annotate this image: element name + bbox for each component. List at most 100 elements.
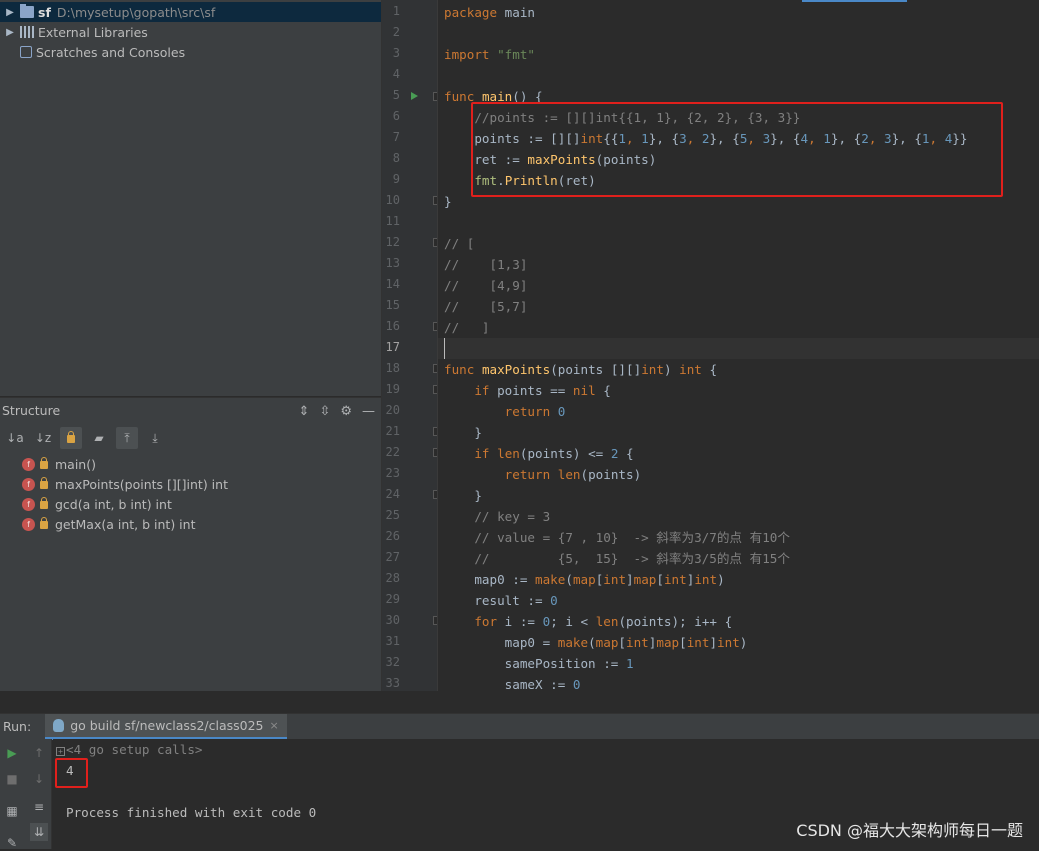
line-number: 27 [385, 550, 400, 564]
line-number: 28 [385, 571, 400, 585]
tree-item-label: Scratches and Consoles [36, 44, 186, 60]
minimize-icon[interactable]: — [362, 404, 375, 419]
code-line-21: } [444, 425, 482, 440]
setup-calls-line[interactable]: + <4 go setup calls> [56, 742, 202, 757]
lock-icon [40, 477, 48, 489]
line-number: 20 [385, 403, 400, 417]
line-number: 6 [392, 109, 400, 123]
line-number: 15 [385, 298, 400, 312]
run-tab[interactable]: go build sf/newclass2/class025 × [45, 713, 287, 740]
gear-icon[interactable]: ⚙ [340, 404, 352, 419]
code-line-13: // [1,3] [444, 257, 528, 272]
run-side-toolbar-2: ↑ ↓ ≡ ⇊ [26, 739, 52, 849]
tree-item-scratches[interactable]: Scratches and Consoles [0, 42, 381, 62]
line-number: 21 [385, 424, 400, 438]
code-line-31: map0 = make(map[int]map[int]int) [444, 635, 748, 650]
tree-root-label: sf [38, 4, 51, 20]
editor-gutter: 1 2 3 4 5 6 7 8 9 10 11 12 13 14 15 16 17 18 19 20 21 22 23 24 2… [382, 0, 442, 691]
autoscroll-to-source-icon[interactable]: ⤒ [116, 427, 138, 449]
line-number: 2 [392, 25, 400, 39]
structure-item-label: gcd(a int, b int) int [55, 496, 172, 512]
arrow-up-icon[interactable]: ↑ [31, 745, 47, 761]
function-badge-icon: f [22, 457, 35, 471]
code-line-30: for i := 0; i < len(points); i++ { [474, 614, 733, 629]
run-tab-label: go build sf/newclass2/class025 [70, 717, 264, 733]
line-number: 18 [385, 361, 400, 375]
code-line-25: // key = 3 [444, 509, 551, 524]
structure-item-main[interactable]: f main() [22, 454, 96, 474]
arrow-down-icon[interactable]: ↓ [31, 771, 47, 787]
project-panel: ▶ sf D:\mysetup\gopath\src\sf ▶ External… [0, 0, 381, 396]
line-number: 1 [392, 4, 400, 18]
soft-wrap-icon[interactable]: ≡ [31, 799, 47, 815]
code-line-1: package main [444, 5, 536, 20]
code-line-20: return 0 [504, 404, 566, 419]
expand-icon[interactable]: + [56, 747, 65, 756]
structure-item-gcd[interactable]: f gcd(a int, b int) int [22, 494, 172, 514]
line-number: 5 [392, 88, 400, 102]
line-number: 12 [385, 235, 400, 249]
stop-icon[interactable]: ■ [4, 771, 20, 787]
code-line-3: import "fmt" [444, 47, 536, 62]
structure-title: Structure [2, 403, 61, 418]
layout-icon[interactable]: ▦ [4, 803, 20, 819]
editor-tab-indicator [802, 0, 907, 2]
tree-item-root[interactable]: ▶ sf D:\mysetup\gopath\src\sf [0, 2, 381, 22]
code-line-19: if points == nil { [474, 383, 611, 398]
code-line-23: return len(points) [504, 467, 642, 482]
line-number: 17 [385, 340, 400, 354]
structure-item-label: main() [55, 456, 96, 472]
function-badge-icon: f [22, 497, 35, 511]
code-line-32: samePosition := 1 [444, 656, 634, 671]
code-line-15: // [5,7] [444, 299, 528, 314]
chevron-right-icon[interactable]: ▶ [3, 7, 17, 18]
run-toolbar: Run: go build sf/newclass2/class025 × [0, 713, 1039, 740]
show-private-icon[interactable] [60, 427, 82, 449]
structure-item-maxpoints[interactable]: f maxPoints(points [][]int) int [22, 474, 228, 494]
structure-item-label: maxPoints(points [][]int) int [55, 476, 228, 492]
code-line-28: map0 := make(map[int]map[int]int) [444, 572, 725, 587]
line-number: 8 [392, 151, 400, 165]
line-number: 29 [385, 592, 400, 606]
sort-alpha-icon[interactable]: ↓z [32, 427, 54, 449]
close-icon[interactable]: × [270, 719, 279, 732]
chevron-right-icon[interactable]: ▶ [3, 27, 17, 38]
code-line-12: // [ [444, 236, 475, 251]
line-number: 10 [385, 193, 400, 207]
sort-by-type-icon[interactable]: ↓a [4, 427, 26, 449]
exit-message: Process finished with exit code 0 [66, 805, 317, 820]
line-number: 31 [385, 634, 400, 648]
run-label: Run: [3, 719, 32, 734]
tree-item-external-libraries[interactable]: ▶ External Libraries [0, 22, 381, 42]
line-number: 23 [385, 466, 400, 480]
autoscroll-from-source-icon[interactable]: ⤓ [144, 427, 166, 449]
rerun-icon[interactable]: ▶ [4, 745, 20, 761]
go-build-icon [53, 718, 65, 732]
code-line-22: if len(points) <= 2 { [474, 446, 634, 461]
line-number: 16 [385, 319, 400, 333]
code-line-29: result := 0 [444, 593, 558, 608]
run-gutter-icon[interactable] [411, 92, 418, 100]
line-number: 30 [385, 613, 400, 627]
line-number: 32 [385, 655, 400, 669]
highlight-box-code [471, 102, 1003, 197]
structure-header: Structure ⇕ ⇳ ⚙ — [0, 397, 381, 423]
tree-item-label: External Libraries [38, 24, 148, 40]
lock-icon [40, 457, 48, 469]
show-folders-icon[interactable]: ▰ [88, 427, 110, 449]
function-badge-icon: f [22, 477, 35, 491]
collapse-all-icon[interactable]: ⇳ [319, 404, 330, 419]
expand-all-icon[interactable]: ⇕ [299, 404, 310, 419]
libraries-icon [20, 26, 34, 38]
code-line-10: } [444, 194, 452, 209]
structure-toolbar: ↓a ↓z ▰ ⤒ ⤓ [0, 423, 381, 453]
lock-icon [40, 497, 48, 509]
scroll-to-end-icon[interactable]: ⇊ [30, 823, 48, 841]
structure-item-label: getMax(a int, b int) int [55, 516, 196, 532]
code-line-27: // {5, 15} -> 斜率为3/5的点 有15个 [444, 551, 790, 566]
structure-item-getmax[interactable]: f getMax(a int, b int) int [22, 514, 195, 534]
folder-icon [20, 4, 34, 18]
structure-list: f main() f maxPoints(points [][]int) int f… [0, 453, 381, 713]
run-side-toolbar: ▶ ■ ▦ ✎ [0, 739, 26, 850]
code-line-24: } [444, 488, 482, 503]
